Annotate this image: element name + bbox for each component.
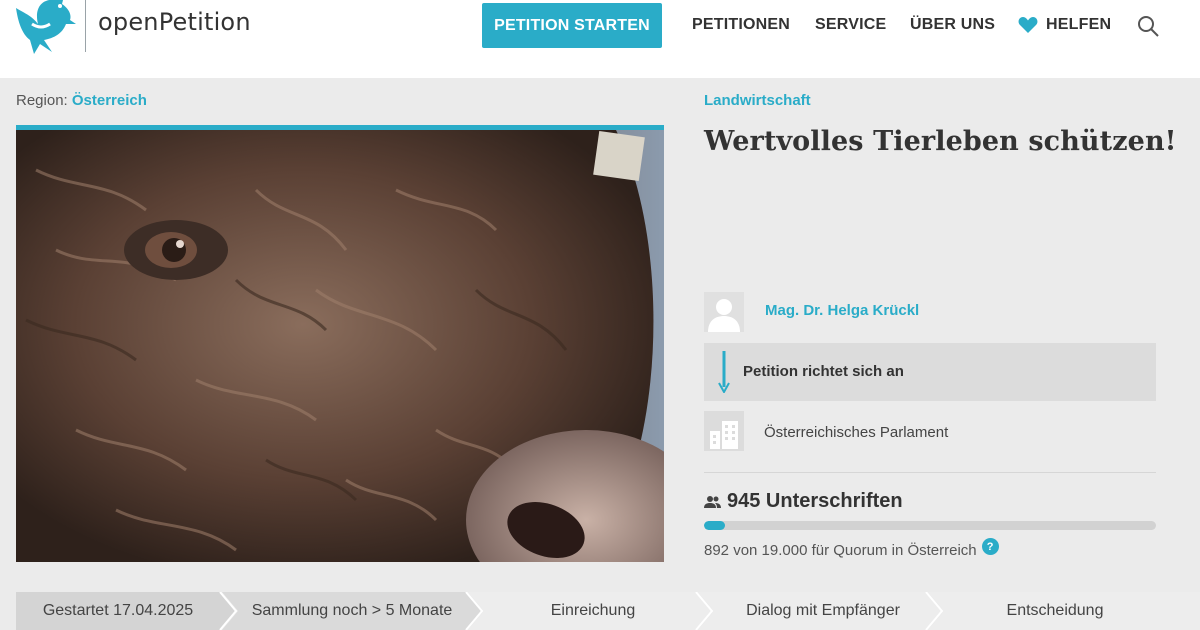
- dove-logo-icon[interactable]: [12, 0, 78, 56]
- petition-stepper: Gestartet 17.04.2025 Sammlung noch > 5 M…: [16, 592, 1200, 630]
- recipient-name: Österreichisches Parlament: [764, 424, 949, 441]
- step-decision: Entscheidung: [1006, 602, 1104, 619]
- step-collection: Sammlung noch > 5 Monate: [251, 602, 453, 619]
- petition-title: Wertvolles Tierleben schützen!: [704, 126, 1177, 157]
- nav-ueber-uns[interactable]: ÜBER UNS: [910, 16, 995, 34]
- petition-image: [16, 130, 664, 562]
- site-header: openPetition PETITION STARTEN PETITIONEN…: [0, 0, 1200, 78]
- user-icon: [708, 299, 740, 332]
- search-icon[interactable]: [1136, 14, 1160, 38]
- building-icon: [704, 411, 744, 451]
- region-line: Region: Österreich: [16, 92, 147, 109]
- heart-icon: [1018, 17, 1038, 33]
- nav-petitionen[interactable]: PETITIONEN: [692, 16, 790, 34]
- nav-helfen-label: HELFEN: [1046, 16, 1112, 33]
- help-icon[interactable]: ?: [981, 538, 999, 555]
- region-link[interactable]: Österreich: [72, 92, 147, 109]
- start-petition-button[interactable]: PETITION STARTEN: [482, 3, 662, 48]
- divider: [704, 472, 1156, 473]
- logo-text[interactable]: openPetition: [98, 8, 251, 36]
- signature-count: 945 Unterschriften: [704, 490, 903, 513]
- signature-count-text: 945 Unterschriften: [727, 490, 903, 512]
- quorum-progress-bar: [704, 521, 1156, 530]
- author-link[interactable]: Mag. Dr. Helga Krückl: [765, 302, 919, 319]
- nav-helfen[interactable]: HELFEN: [1018, 16, 1111, 34]
- quorum-text: 892 von 19.000 für Quorum in Österreich: [704, 542, 977, 559]
- logo-divider: [85, 0, 86, 52]
- quorum-progress-fill: [704, 521, 726, 530]
- category-link[interactable]: Landwirtschaft: [704, 92, 811, 109]
- region-label: Region:: [16, 92, 68, 109]
- step-submission: Einreichung: [550, 602, 636, 619]
- step-dialog: Dialog mit Empfänger: [746, 602, 900, 619]
- recipient-header: Petition richtet sich an: [704, 343, 1156, 401]
- nav-service[interactable]: SERVICE: [815, 16, 886, 34]
- recipient-label: Petition richtet sich an: [743, 363, 904, 380]
- people-icon: [704, 495, 721, 508]
- step-started: Gestartet 17.04.2025: [42, 602, 194, 619]
- avatar[interactable]: [704, 292, 744, 332]
- arrow-down-icon: [718, 351, 730, 393]
- quorum-line: 892 von 19.000 für Quorum in Österreich …: [704, 538, 999, 559]
